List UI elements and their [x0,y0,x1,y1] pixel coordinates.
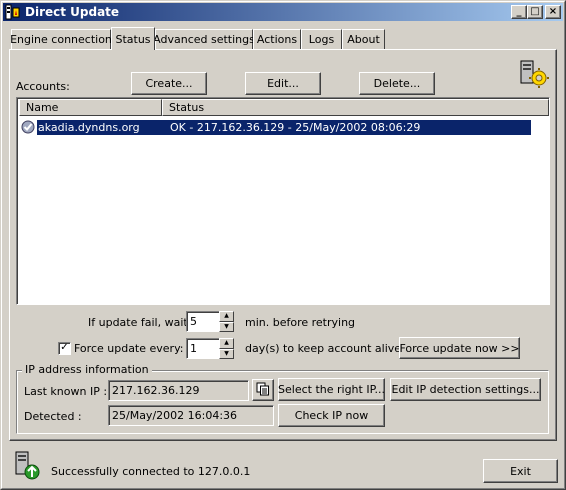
force-update-checkbox[interactable]: ✓ [58,342,71,355]
accounts-label: Accounts: [16,80,70,93]
ip-group-label: IP address information [22,363,152,376]
create-account-button[interactable]: Create... [131,72,207,95]
retry-minutes-input[interactable]: 5 [186,311,220,332]
retry-prefix-label: If update fail, wait [88,316,188,329]
copy-icon [256,382,270,399]
copy-ip-button[interactable] [252,379,274,401]
server-connected-icon [14,451,42,481]
spin-up-icon[interactable]: ▲ [219,338,234,349]
spin-down-icon[interactable]: ▼ [219,348,234,359]
retry-minutes-stepper[interactable]: ▲ ▼ [219,311,234,332]
last-known-ip-label: Last known IP : [24,385,108,398]
force-update-now-button[interactable]: Force update now >> [399,337,520,359]
check-circle-icon [21,120,35,134]
status-message: Successfully connected to 127.0.0.1 [51,465,251,478]
delete-account-button[interactable]: Delete... [359,72,435,95]
spin-down-icon[interactable]: ▼ [219,321,234,332]
force-update-label: Force update every: [74,342,184,355]
account-status: OK - 217.162.36.129 - 25/May/2002 08:06:… [167,119,531,135]
account-name: akadia.dyndns.org [37,119,167,135]
check-ip-now-button[interactable]: Check IP now [278,404,385,427]
select-right-ip-button[interactable]: Select the right IP... [278,378,385,401]
table-row[interactable]: akadia.dyndns.org OK - 217.162.36.129 - … [21,119,531,135]
column-header-name[interactable]: Name [19,99,162,116]
settings-gear-icon[interactable] [518,58,550,90]
force-days-stepper[interactable]: ▲ ▼ [219,338,234,359]
spin-up-icon[interactable]: ▲ [219,311,234,322]
column-header-status[interactable]: Status [162,99,549,116]
detected-label: Detected : [24,410,82,423]
force-days-input[interactable]: 1 [186,338,220,359]
exit-button[interactable]: Exit [483,459,558,483]
detected-time-field[interactable]: 25/May/2002 16:04:36 [108,405,274,426]
last-known-ip-field[interactable]: 217.162.36.129 [108,380,249,401]
retry-suffix-label: min. before retrying [245,316,356,329]
edit-account-button[interactable]: Edit... [245,72,321,95]
edit-ip-detection-button[interactable]: Edit IP detection settings... [390,378,541,401]
force-days-suffix-label: day(s) to keep account alive [245,342,402,355]
accounts-list[interactable]: Name Status akadia.dyndns.org OK - 217.1… [16,97,550,305]
